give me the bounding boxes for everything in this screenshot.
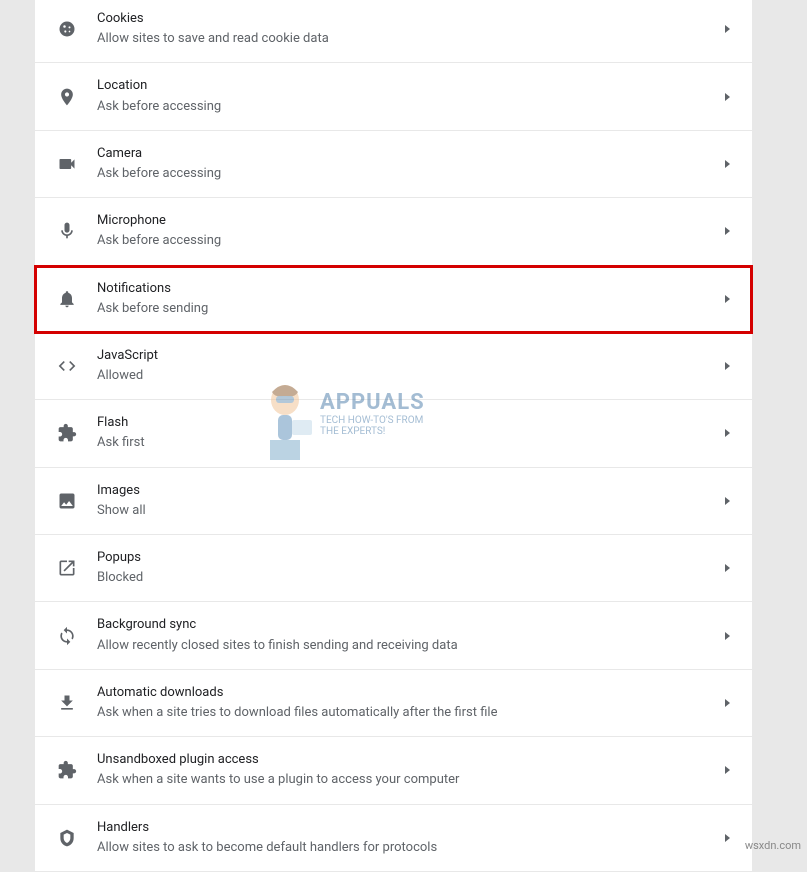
download-icon <box>57 693 77 713</box>
chevron-right-icon <box>725 497 730 505</box>
setting-subtitle: Allow sites to ask to become default han… <box>97 839 715 857</box>
setting-title: Handlers <box>97 819 715 837</box>
setting-subtitle: Ask before sending <box>97 300 715 318</box>
setting-text: Images Show all <box>97 482 715 520</box>
chevron-right-icon <box>725 93 730 101</box>
image-icon <box>57 491 77 511</box>
setting-row-cookies[interactable]: Cookies Allow sites to save and read cook… <box>35 0 752 63</box>
setting-title: Microphone <box>97 212 715 230</box>
setting-text: Location Ask before accessing <box>97 77 715 115</box>
chevron-right-icon <box>725 160 730 168</box>
extension-icon <box>57 760 77 780</box>
handlers-icon <box>57 828 77 848</box>
setting-subtitle: Blocked <box>97 569 715 587</box>
setting-text: Microphone Ask before accessing <box>97 212 715 250</box>
setting-subtitle: Ask first <box>97 434 715 452</box>
setting-text: Background sync Allow recently closed sit… <box>97 616 715 654</box>
setting-row-images[interactable]: Images Show all <box>35 468 752 535</box>
chevron-right-icon <box>725 227 730 235</box>
chevron-right-icon <box>725 834 730 842</box>
cookie-icon <box>57 19 77 39</box>
setting-title: Notifications <box>97 280 715 298</box>
setting-row-javascript[interactable]: JavaScript Allowed <box>35 333 752 400</box>
sync-icon <box>57 626 77 646</box>
setting-title: Location <box>97 77 715 95</box>
setting-row-microphone[interactable]: Microphone Ask before accessing <box>35 198 752 265</box>
bell-icon <box>57 289 77 309</box>
setting-row-background-sync[interactable]: Background sync Allow recently closed sit… <box>35 602 752 669</box>
setting-text: Popups Blocked <box>97 549 715 587</box>
setting-row-popups[interactable]: Popups Blocked <box>35 535 752 602</box>
setting-row-location[interactable]: Location Ask before accessing <box>35 63 752 130</box>
setting-title: Images <box>97 482 715 500</box>
chevron-right-icon <box>725 362 730 370</box>
setting-text: Cookies Allow sites to save and read cook… <box>97 10 715 48</box>
chevron-right-icon <box>725 766 730 774</box>
setting-subtitle: Allow sites to save and read cookie data <box>97 30 715 48</box>
chevron-right-icon <box>725 295 730 303</box>
camera-icon <box>57 154 77 174</box>
setting-text: Flash Ask first <box>97 414 715 452</box>
setting-subtitle: Ask before accessing <box>97 232 715 250</box>
content-settings-panel: Cookies Allow sites to save and read cook… <box>35 0 752 872</box>
setting-text: Automatic downloads Ask when a site tries… <box>97 684 715 722</box>
setting-subtitle: Ask when a site wants to use a plugin to… <box>97 771 715 789</box>
setting-title: Unsandboxed plugin access <box>97 751 715 769</box>
location-icon <box>57 87 77 107</box>
extension-icon <box>57 423 77 443</box>
attribution-text: wsxdn.com <box>745 839 801 852</box>
setting-row-handlers[interactable]: Handlers Allow sites to ask to become def… <box>35 805 752 872</box>
setting-row-camera[interactable]: Camera Ask before accessing <box>35 131 752 198</box>
chevron-right-icon <box>725 25 730 33</box>
code-icon <box>57 356 77 376</box>
setting-row-unsandboxed-plugin-access[interactable]: Unsandboxed plugin access Ask when a site… <box>35 737 752 804</box>
setting-row-automatic-downloads[interactable]: Automatic downloads Ask when a site tries… <box>35 670 752 737</box>
setting-row-notifications[interactable]: Notifications Ask before sending <box>35 266 752 333</box>
setting-subtitle: Ask when a site tries to download files … <box>97 704 715 722</box>
setting-text: Unsandboxed plugin access Ask when a site… <box>97 751 715 789</box>
setting-title: Camera <box>97 145 715 163</box>
setting-subtitle: Allow recently closed sites to finish se… <box>97 637 715 655</box>
chevron-right-icon <box>725 564 730 572</box>
setting-subtitle: Allowed <box>97 367 715 385</box>
setting-title: Flash <box>97 414 715 432</box>
setting-subtitle: Ask before accessing <box>97 98 715 116</box>
setting-text: Camera Ask before accessing <box>97 145 715 183</box>
setting-text: JavaScript Allowed <box>97 347 715 385</box>
setting-subtitle: Show all <box>97 502 715 520</box>
setting-title: Background sync <box>97 616 715 634</box>
setting-text: Notifications Ask before sending <box>97 280 715 318</box>
setting-title: Cookies <box>97 10 715 28</box>
setting-title: Automatic downloads <box>97 684 715 702</box>
setting-title: Popups <box>97 549 715 567</box>
chevron-right-icon <box>725 632 730 640</box>
setting-subtitle: Ask before accessing <box>97 165 715 183</box>
setting-text: Handlers Allow sites to ask to become def… <box>97 819 715 857</box>
microphone-icon <box>57 221 77 241</box>
chevron-right-icon <box>725 429 730 437</box>
chevron-right-icon <box>725 699 730 707</box>
popup-icon <box>57 558 77 578</box>
setting-title: JavaScript <box>97 347 715 365</box>
setting-row-flash[interactable]: Flash Ask first <box>35 400 752 467</box>
